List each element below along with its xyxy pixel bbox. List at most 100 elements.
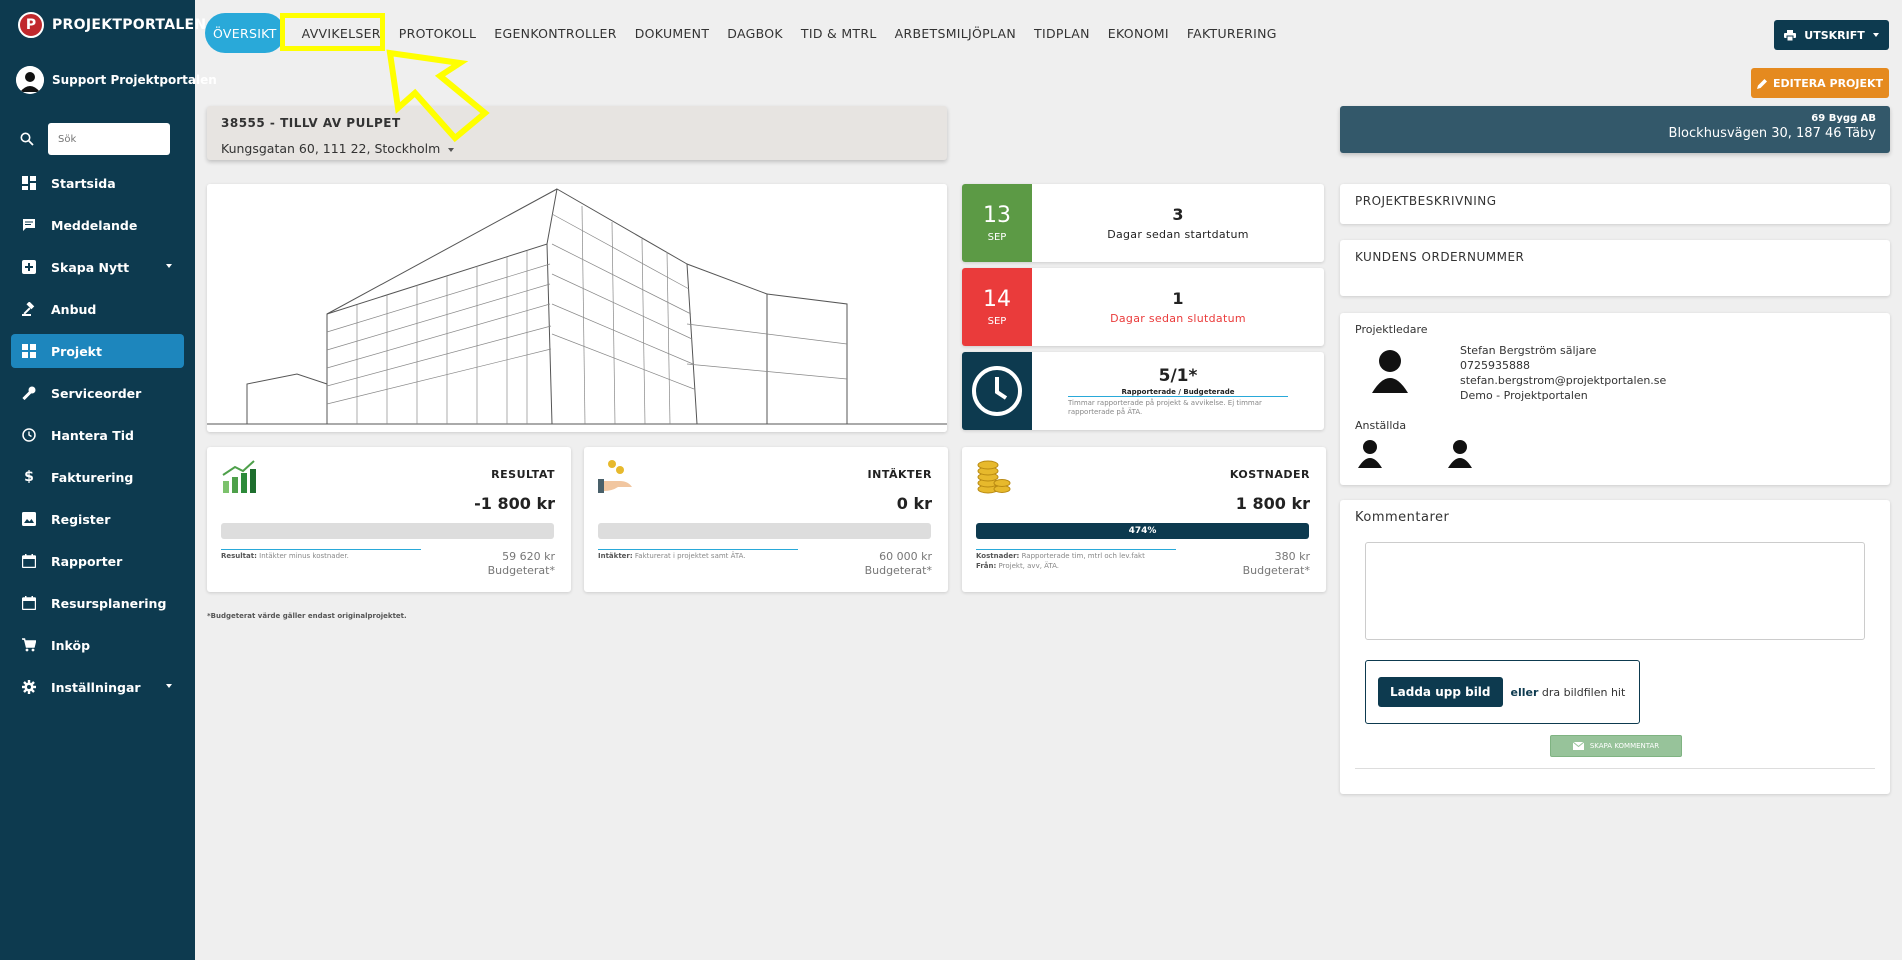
building-sketch [207,184,947,432]
days-since-start: 3 [1172,205,1184,224]
person-icon[interactable] [1358,440,1382,468]
tab-oversikt[interactable]: ÖVERSIKT [205,13,285,53]
income-progress [598,523,931,539]
brand-name: PROJEKTPORTALEN [52,17,207,33]
upload-text: dra bildfilen hit [1541,685,1626,699]
sidebar-item-rapporter[interactable]: Rapporter [11,544,184,578]
hours-label: Rapporterade / Budgeterade [1068,388,1288,397]
sidebar-item-hantera-tid[interactable]: Hantera Tid [11,418,184,452]
sidebar-item-label: Skapa Nytt [51,259,130,275]
edit-project-button[interactable]: EDITERA PROJEKT [1751,68,1889,98]
sidebar-item-register[interactable]: Register [11,502,184,536]
sidebar-item-resursplanering[interactable]: Resursplanering [11,586,184,620]
clock-icon [962,352,1032,430]
note-text: Projekt, avv, ÄTA. [998,562,1060,570]
hours-card: 5/1* Rapporterade / Budgeterade Timmar r… [962,352,1324,430]
gear-icon [21,679,37,695]
project-icon [21,343,37,359]
end-day: 14 [983,287,1011,312]
tab-dokument[interactable]: DOKUMENT [626,13,719,53]
result-progress [221,523,554,539]
tab-ekonomi[interactable]: EKONOMI [1099,13,1178,53]
tab-arbetsmiljoplan[interactable]: ARBETSMILJÖPLAN [886,13,1025,53]
tab-egenkontroller[interactable]: EGENKONTROLLER [485,13,625,53]
chart-growth-icon [222,460,256,493]
user-profile[interactable]: Support Projektportalen [16,66,217,94]
client-card: 69 Bygg AB Blockhusvägen 30, 187 46 Täby [1340,106,1890,153]
team-panel: Projektledare Stefan Bergström säljare 0… [1340,313,1890,485]
sidebar-item-label: Meddelande [51,217,138,233]
cart-icon [21,637,37,653]
sidebar-item-fakturering[interactable]: $ Fakturering [11,460,184,494]
sidebar-item-installningar[interactable]: Inställningar [11,670,184,704]
project-address-select[interactable]: Kungsgatan 60, 111 22, Stockholm [221,141,933,156]
sidebar-item-label: Fakturering [51,469,134,485]
income-title: INTÄKTER [867,468,932,481]
sidebar-item-meddelande[interactable]: Meddelande [11,208,184,242]
end-date-badge: 14 SEP [962,268,1032,346]
income-card: INTÄKTER 0 kr Intäkter: Fakturerat i pro… [584,447,948,592]
pm-email[interactable]: stefan.bergstrom@projektportalen.se [1460,373,1666,388]
caret-down-icon [1872,33,1879,37]
hours-value: 5/1* [1158,365,1198,386]
tab-dagbok[interactable]: DAGBOK [718,13,792,53]
days-since-end-label: Dagar sedan slutdatum [1110,312,1246,325]
comments-header: Kommentarer [1355,510,1450,525]
tab-tid-mtrl[interactable]: TID & MTRL [792,13,886,53]
caret-down-icon [448,147,455,152]
employees-label: Anställda [1355,419,1407,432]
result-budget: 59 620 kr Budgeterat* [488,550,555,578]
image-icon [21,511,37,527]
upload-hint: eller dra bildfilen hit [1511,686,1626,699]
user-name: Support Projektportalen [52,73,217,87]
pm-name: Stefan Bergström säljare [1460,344,1597,357]
end-month: SEP [987,316,1007,327]
person-icon [1372,350,1408,393]
budget-label: Budgeterat* [1242,564,1310,577]
sidebar-item-projekt[interactable]: Projekt [11,334,184,368]
sidebar-nav: Startsida Meddelande Skapa Nytt Anbud Pr… [11,166,184,712]
costs-value: 1 800 kr [1235,494,1310,513]
upload-image-button[interactable]: Ladda upp bild [1378,677,1503,707]
logo-icon: P [18,12,44,38]
brand-logo[interactable]: P PROJEKTPORTALEN [18,12,206,38]
person-icon[interactable] [1448,440,1472,468]
project-description-header: PROJEKTBESKRIVNING [1355,194,1497,208]
end-date-card: 14 SEP 1 Dagar sedan slutdatum [962,268,1324,346]
order-number-panel[interactable]: KUNDENS ORDERNUMMER [1340,240,1890,296]
clock-icon [21,427,37,443]
sidebar-item-label: Anbud [51,301,97,317]
print-button[interactable]: UTSKRIFT [1774,20,1889,50]
start-month: SEP [987,232,1007,243]
pm-phone: 0725935888 [1460,359,1530,372]
tab-tidplan[interactable]: TIDPLAN [1025,13,1099,53]
sidebar-item-anbud[interactable]: Anbud [11,292,184,326]
note-label: Från: [976,562,997,570]
search-input[interactable] [48,123,170,155]
project-description-panel[interactable]: PROJEKTBESKRIVNING [1340,184,1890,224]
sidebar-item-skapa-nytt[interactable]: Skapa Nytt [11,250,184,284]
note-text: Rapporterade tim, mtrl och lev.fakt [1021,552,1145,560]
note-label: Resultat: [221,552,257,560]
create-comment-button[interactable]: SKAPA KOMMENTAR [1550,735,1682,757]
pm-company: Demo - Projektportalen [1460,389,1588,402]
project-manager-label: Projektledare [1355,323,1428,336]
comment-textarea[interactable] [1365,542,1865,640]
tab-protokoll[interactable]: PROTOKOLL [390,13,486,53]
sidebar-item-label: Hantera Tid [51,427,134,443]
sidebar-item-label: Serviceorder [51,385,142,401]
budget-label: Budgeterat* [487,564,555,577]
costs-card: KOSTNADER 1 800 kr 474% Kostnader: Rappo… [962,447,1326,592]
envelope-icon [1572,742,1584,750]
project-image [207,184,947,432]
divider [976,549,1176,550]
sidebar-item-inkop[interactable]: Inköp [11,628,184,662]
sidebar-item-serviceorder[interactable]: Serviceorder [11,376,184,410]
edit-project-label: EDITERA PROJEKT [1772,76,1884,90]
tab-fakturering[interactable]: FAKTURERING [1178,13,1286,53]
upload-dropzone[interactable]: Ladda upp bild eller dra bildfilen hit [1365,660,1640,724]
sidebar-item-label: Projekt [51,343,102,359]
sidebar-item-startsida[interactable]: Startsida [11,166,184,200]
budget-footnote: *Budgeterat värde gäller endast original… [207,612,407,620]
project-header: 38555 - TILLV AV PULPET Kungsgatan 60, 1… [207,106,947,160]
